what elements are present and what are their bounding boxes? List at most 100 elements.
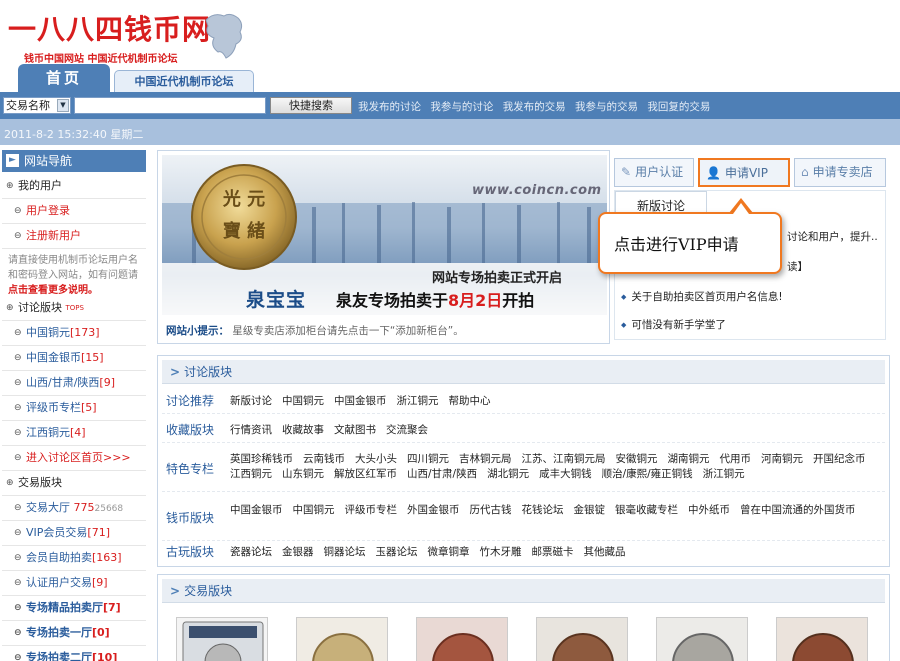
apply-shop-button[interactable]: ⌂ 申请专卖店 <box>794 158 886 187</box>
category-link[interactable]: 玉器论坛 <box>376 545 418 560</box>
trade-thumbnail[interactable] <box>416 617 508 661</box>
category-link[interactable]: 湖北铜元 <box>487 467 529 482</box>
sidebar-item-self-auction[interactable]: 会员自助拍卖[163] <box>2 546 146 571</box>
link-my-joined-trades[interactable]: 我参与的交易 <box>575 101 638 113</box>
pencil-icon: ✎ <box>621 165 632 179</box>
trade-thumbnail[interactable] <box>776 617 868 661</box>
category-link[interactable]: 竹木牙雕 <box>480 545 522 560</box>
category-link[interactable]: 山东铜元 <box>282 467 324 482</box>
news-fragment-1[interactable]: 讨论和用户，提升.. <box>787 229 878 244</box>
news-fragment-2[interactable]: 读】 <box>787 259 808 274</box>
category-link[interactable]: 曾在中国流通的外国货币 <box>740 503 856 518</box>
sidebar-item-enter-forum[interactable]: 进入讨论区首页>>> <box>2 446 146 471</box>
category-link[interactable]: 文献图书 <box>334 423 376 438</box>
sidebar-item-vip-trade[interactable]: VIP会员交易[71] <box>2 521 146 546</box>
category-link[interactable]: 交流聚会 <box>386 423 428 438</box>
category-link[interactable]: 大头小头 <box>355 452 397 467</box>
category-label[interactable]: 古玩版块 <box>166 543 214 560</box>
category-link[interactable]: 中国金银币 <box>334 394 387 409</box>
news-item[interactable]: 可惜没有新手学堂了 <box>621 317 726 332</box>
category-link[interactable]: 新版讨论 <box>230 394 272 409</box>
sidebar-item-forum[interactable]: 评级币专栏[5] <box>2 396 146 421</box>
category-link[interactable]: 山西/甘肃/陕西 <box>407 467 477 482</box>
category-link[interactable]: 花钱论坛 <box>522 503 564 518</box>
trade-thumbnail[interactable] <box>536 617 628 661</box>
news-item[interactable]: 关于自助拍卖区首页用户名信息! <box>621 289 782 304</box>
category-link[interactable]: 其他藏品 <box>584 545 626 560</box>
category-link[interactable]: 吉林铜元局 <box>459 452 512 467</box>
category-link[interactable]: 行情资讯 <box>230 423 272 438</box>
link-my-posted-discussions[interactable]: 我发布的讨论 <box>358 101 421 113</box>
category-link[interactable]: 河南铜元 <box>761 452 803 467</box>
sidebar-item-verified-trade[interactable]: 认证用户交易[9] <box>2 571 146 596</box>
category-label[interactable]: 特色专栏 <box>166 460 214 477</box>
category-label[interactable]: 收藏版块 <box>166 421 214 438</box>
sidebar-item-register[interactable]: 注册新用户 <box>2 224 146 249</box>
login-note-link[interactable]: 点击查看更多说明。 <box>8 285 98 296</box>
category-link[interactable]: 浙江铜元 <box>397 394 439 409</box>
category-link[interactable]: 四川铜元 <box>407 452 449 467</box>
auction-banner[interactable]: 光 元 寶 緒 www.coincn.com 网站专场拍卖正式开启 泉宝宝 泉友… <box>162 155 607 315</box>
category-link[interactable]: 铜器论坛 <box>324 545 366 560</box>
trade-thumbnail[interactable] <box>656 617 748 661</box>
search-type-select[interactable]: 交易名称 ▼ <box>3 97 71 114</box>
search-input[interactable] <box>74 97 266 114</box>
category-link[interactable]: 代用币 <box>720 452 752 467</box>
category-link[interactable]: 评级币专栏 <box>345 503 398 518</box>
site-tip-text[interactable]: 星级专卖店添加柜台请先点击一下“添加新柜台”。 <box>232 325 463 337</box>
category-link[interactable]: 外国金银币 <box>407 503 460 518</box>
sidebar-item-label: 交易大厅 <box>26 501 70 514</box>
category-link[interactable]: 江苏、江南铜元局 <box>522 452 606 467</box>
sidebar-item-forum[interactable]: 山西/甘肃/陕西[9] <box>2 371 146 396</box>
category-link[interactable]: 湖南铜元 <box>668 452 710 467</box>
link-my-joined-discussions[interactable]: 我参与的讨论 <box>430 101 493 113</box>
sidebar-item-premium-auction[interactable]: 专场精品拍卖厅[7] <box>2 596 146 621</box>
category-link[interactable]: 云南钱币 <box>303 452 345 467</box>
sidebar-item-forum[interactable]: 中国铜元[173] <box>2 321 146 346</box>
category-link[interactable]: 英国珍稀钱币 <box>230 452 293 467</box>
category-link[interactable]: 顺治/康熙/雍正铜钱 <box>602 467 693 482</box>
sidebar-group-my-user[interactable]: 我的用户 <box>2 174 146 199</box>
category-link[interactable]: 金银锭 <box>574 503 606 518</box>
chevron-down-icon[interactable]: ▼ <box>57 99 69 112</box>
sidebar-group-forum[interactable]: 讨论版块 TOPS <box>2 296 146 321</box>
trade-thumbnail[interactable] <box>296 617 388 661</box>
category-link[interactable]: 瓷器论坛 <box>230 545 272 560</box>
category-link[interactable]: 邮票磁卡 <box>532 545 574 560</box>
link-my-replied-trades[interactable]: 我回复的交易 <box>647 101 710 113</box>
sidebar-item-auction-hall-1[interactable]: 专场拍卖一厅[0] <box>2 621 146 646</box>
sidebar-group-trade[interactable]: 交易版块 <box>2 471 146 496</box>
category-link[interactable]: 银毫收藏专栏 <box>615 503 678 518</box>
sidebar-item-login[interactable]: 用户登录 <box>2 199 146 224</box>
tab-home[interactable]: 首页 <box>18 64 110 92</box>
category-link[interactable]: 金银器 <box>282 545 314 560</box>
category-link[interactable]: 咸丰大铜钱 <box>539 467 592 482</box>
sidebar-item-forum[interactable]: 江西铜元[4] <box>2 421 146 446</box>
category-link[interactable]: 收藏故事 <box>282 423 324 438</box>
category-link[interactable]: 安徽铜元 <box>616 452 658 467</box>
site-logo[interactable]: 一八八四钱币网 钱币中国网站 中国近代机制币论坛 <box>8 8 248 68</box>
tab-coin-forum[interactable]: 中国近代机制币论坛 <box>114 70 254 92</box>
category-link[interactable]: 江西铜元 <box>230 467 272 482</box>
trade-thumbnail[interactable] <box>176 617 268 661</box>
category-link[interactable]: 解放区红军币 <box>334 467 397 482</box>
banner-date: 8月2日 <box>448 291 503 310</box>
category-link[interactable]: 浙江铜元 <box>703 467 745 482</box>
category-link[interactable]: 帮助中心 <box>449 394 491 409</box>
quick-search-button[interactable]: 快捷搜索 <box>270 97 352 114</box>
category-label[interactable]: 钱币版块 <box>166 509 214 526</box>
category-link[interactable]: 中外纸币 <box>688 503 730 518</box>
user-verify-button[interactable]: ✎ 用户认证 <box>614 158 694 187</box>
category-link[interactable]: 微章铜章 <box>428 545 470 560</box>
category-link[interactable]: 中国铜元 <box>282 394 324 409</box>
category-link[interactable]: 历代古钱 <box>470 503 512 518</box>
link-my-posted-trades[interactable]: 我发布的交易 <box>503 101 566 113</box>
apply-vip-button[interactable]: 👤 申请VIP <box>698 158 790 187</box>
category-label[interactable]: 讨论推荐 <box>166 392 214 409</box>
category-link[interactable]: 开国纪念币 <box>813 452 866 467</box>
category-link[interactable]: 中国铜元 <box>293 503 335 518</box>
category-link[interactable]: 中国金银币 <box>230 503 283 518</box>
sidebar-item-forum[interactable]: 中国金银币[15] <box>2 346 146 371</box>
sidebar-item-trade-hall[interactable]: 交易大厅 77525668 <box>2 496 146 521</box>
sidebar-item-auction-hall-2[interactable]: 专场拍卖二厅[10] <box>2 646 146 661</box>
